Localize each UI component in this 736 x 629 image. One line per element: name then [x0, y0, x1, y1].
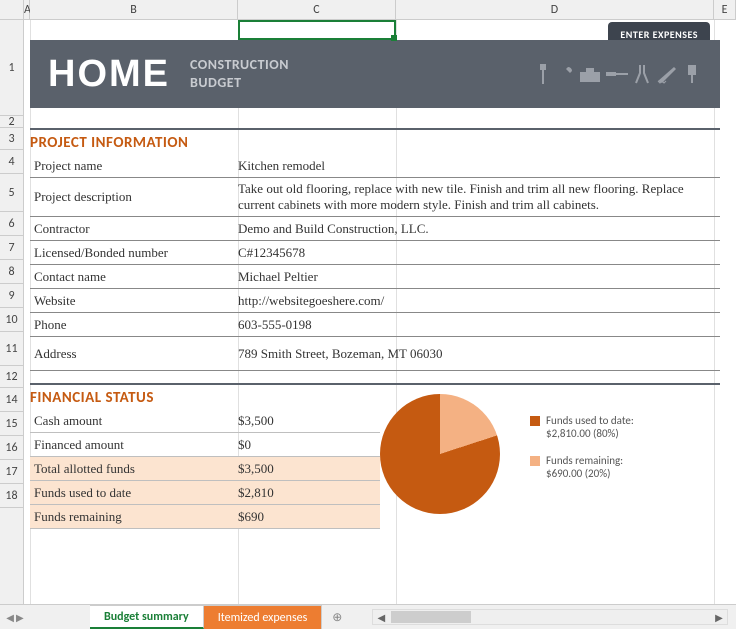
hammer-icon: [534, 62, 552, 86]
sheet-tab-bar: ◀ ▶ Budget summary Itemized expenses ⊕ ◀…: [0, 604, 736, 629]
license-value: C#12345678: [230, 245, 720, 261]
column-headers: A B C D E: [0, 0, 736, 20]
tab-budget-summary[interactable]: Budget summary: [90, 605, 204, 629]
row-header-10[interactable]: 10: [0, 308, 23, 332]
project-desc-value: Take out old flooring, replace with new …: [230, 181, 720, 213]
address-label: Address: [30, 346, 230, 362]
row-header-17[interactable]: 17: [0, 460, 23, 484]
col-header-D[interactable]: D: [396, 0, 714, 19]
contractor-row[interactable]: Contractor Demo and Build Construction, …: [30, 217, 720, 241]
phone-value: 603-555-0198: [230, 317, 720, 333]
phone-row[interactable]: Phone 603-555-0198: [30, 313, 720, 337]
cash-label: Cash amount: [30, 413, 230, 429]
row-header-16[interactable]: 16: [0, 436, 23, 460]
contractor-value: Demo and Build Construction, LLC.: [230, 221, 720, 237]
banner-title: HOME: [48, 53, 170, 96]
remaining-value: $690: [230, 509, 380, 525]
banner-tool-icons: [534, 62, 702, 86]
financed-label: Financed amount: [30, 437, 230, 453]
project-desc-row[interactable]: Project description Take out old floorin…: [30, 178, 720, 217]
saw-icon: [656, 63, 678, 85]
row-header-6[interactable]: 6: [0, 212, 23, 236]
financed-value: $0: [230, 437, 380, 453]
tab-prev-icon[interactable]: ◀: [6, 611, 14, 624]
row-header-8[interactable]: 8: [0, 260, 23, 284]
screwdriver-icon: [606, 67, 628, 81]
project-name-label: Project name: [30, 158, 230, 174]
select-all-cell[interactable]: [0, 0, 24, 19]
row-header-12[interactable]: 12: [0, 366, 23, 388]
row-header-1[interactable]: 1: [0, 20, 23, 116]
cash-row[interactable]: Cash amount $3,500: [30, 409, 380, 433]
remaining-label: Funds remaining: [30, 509, 230, 525]
website-label: Website: [30, 293, 230, 309]
scroll-left-icon[interactable]: ◀: [373, 611, 389, 624]
contact-row[interactable]: Contact name Michael Peltier: [30, 265, 720, 289]
phone-label: Phone: [30, 317, 230, 333]
col-header-E[interactable]: E: [714, 0, 736, 19]
row-header-7[interactable]: 7: [0, 236, 23, 260]
cash-value: $3,500: [230, 413, 380, 429]
scroll-right-icon[interactable]: ▶: [711, 611, 727, 624]
used-row[interactable]: Funds used to date $2,810: [30, 481, 380, 505]
project-name-row[interactable]: Project name Kitchen remodel: [30, 154, 720, 178]
used-label: Funds used to date: [30, 485, 230, 501]
financed-row[interactable]: Financed amount $0: [30, 433, 380, 457]
contact-label: Contact name: [30, 269, 230, 285]
row-header-5[interactable]: 5: [0, 174, 23, 212]
tab-nav-arrows[interactable]: ◀ ▶: [0, 611, 30, 624]
tab-next-icon[interactable]: ▶: [16, 611, 24, 624]
license-label: Licensed/Bonded number: [30, 245, 230, 261]
contact-value: Michael Peltier: [230, 269, 720, 285]
banner-subtitle: CONSTRUCTION BUDGET: [190, 56, 289, 92]
toolbox-icon: [578, 64, 602, 84]
website-value: http://websitegoeshere.com/: [230, 293, 720, 309]
row-header-9[interactable]: 9: [0, 284, 23, 308]
license-row[interactable]: Licensed/Bonded number C#12345678: [30, 241, 720, 265]
col-header-B[interactable]: B: [30, 0, 238, 19]
pie-chart[interactable]: Funds used to date: $2,810.00 (80%) Fund…: [380, 384, 710, 524]
project-info-heading: PROJECT INFORMATION: [30, 128, 720, 154]
remaining-row[interactable]: Funds remaining $690: [30, 505, 380, 529]
contractor-label: Contractor: [30, 221, 230, 237]
project-name-value: Kitchen remodel: [230, 158, 720, 174]
row-header-2[interactable]: 2: [0, 116, 23, 128]
sheet-body[interactable]: ENTER EXPENSES HOME CONSTRUCTION BUDGET: [24, 20, 736, 604]
row-headers: 1 2 3 4 5 6 7 8 9 10 11 12 14 15 16 17 1…: [0, 20, 24, 604]
title-banner: HOME CONSTRUCTION BUDGET: [30, 40, 720, 108]
paintbrush-icon: [682, 63, 702, 85]
project-desc-label: Project description: [30, 189, 230, 205]
total-row[interactable]: Total allotted funds $3,500: [30, 457, 380, 481]
pie-legend: Funds used to date: $2,810.00 (80%) Fund…: [530, 414, 634, 494]
pie-graphic: [380, 394, 500, 514]
horizontal-scrollbar[interactable]: ◀ ▶: [372, 609, 728, 625]
add-sheet-button[interactable]: ⊕: [322, 605, 352, 629]
website-row[interactable]: Website http://websitegoeshere.com/: [30, 289, 720, 313]
tab-itemized-expenses[interactable]: Itemized expenses: [204, 605, 323, 629]
legend-swatch-used: [530, 416, 540, 426]
pliers-icon: [632, 63, 652, 85]
row-header-4[interactable]: 4: [0, 150, 23, 174]
total-label: Total allotted funds: [30, 461, 230, 477]
legend-remaining: Funds remaining: $690.00 (20%): [530, 454, 634, 480]
wrench-icon: [556, 65, 574, 83]
legend-used: Funds used to date: $2,810.00 (80%): [530, 414, 634, 440]
row-header-3[interactable]: 3: [0, 128, 23, 150]
row-header-18[interactable]: 18: [0, 484, 23, 508]
scroll-thumb[interactable]: [391, 611, 471, 623]
row-header-11[interactable]: 11: [0, 332, 23, 366]
legend-swatch-remaining: [530, 456, 540, 466]
used-value: $2,810: [230, 485, 380, 501]
col-header-C[interactable]: C: [238, 0, 396, 19]
address-value: 789 Smith Street, Bozeman, MT 06030: [230, 346, 720, 362]
row-header-15[interactable]: 15: [0, 412, 23, 436]
address-row[interactable]: Address 789 Smith Street, Bozeman, MT 06…: [30, 337, 720, 371]
row-header-14[interactable]: 14: [0, 388, 23, 412]
total-value: $3,500: [230, 461, 380, 477]
